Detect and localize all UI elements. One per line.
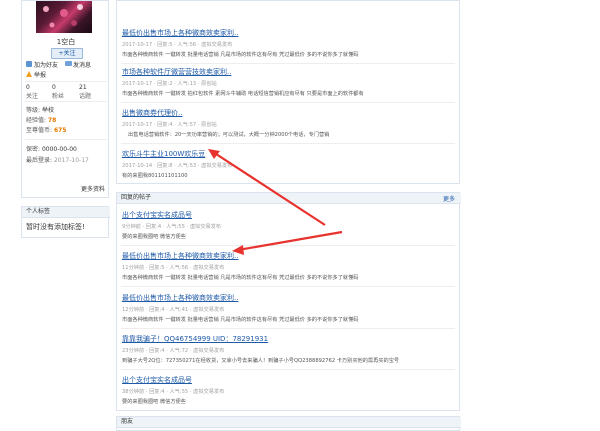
arrow-to-reply	[232, 230, 343, 255]
annotation-arrows	[208, 149, 343, 255]
arrow-to-topic	[208, 149, 326, 226]
